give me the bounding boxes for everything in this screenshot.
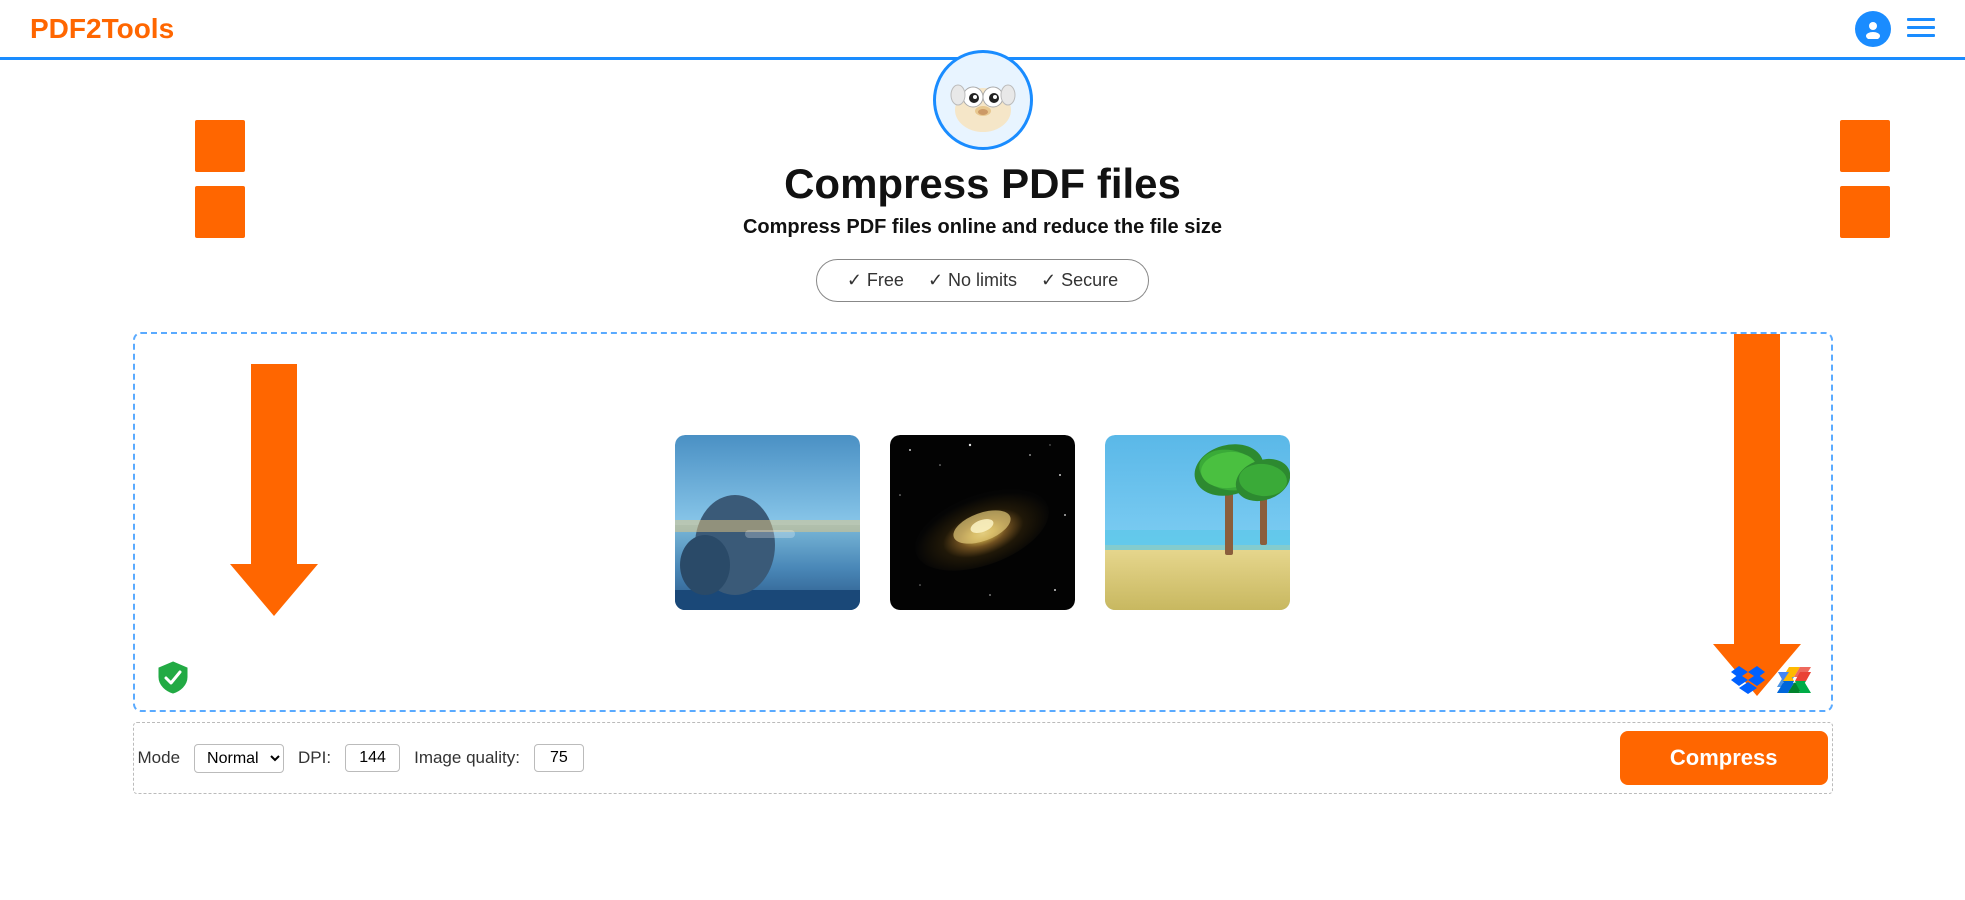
logo: PDF2Tools xyxy=(30,13,174,45)
feature-nolimits: ✓ No limits xyxy=(928,270,1017,291)
mascot-area xyxy=(0,60,1965,150)
main-content: Compress PDF files Compress PDF files on… xyxy=(0,150,1965,794)
orange-rect-3 xyxy=(1840,120,1890,172)
shield-icon xyxy=(155,659,191,695)
arrow-head-left xyxy=(230,564,318,616)
orange-rect-4 xyxy=(1840,186,1890,238)
logo-suffix: Tools xyxy=(102,13,175,44)
arrow-right xyxy=(1713,334,1801,696)
page-subtitle: Compress PDF files online and reduce the… xyxy=(743,216,1222,239)
logo-accent: 2 xyxy=(86,13,102,44)
menu-icon[interactable] xyxy=(1907,13,1935,45)
mascot xyxy=(933,50,1033,150)
page-title: Compress PDF files xyxy=(784,160,1181,208)
bottom-left-controls: Mode Normal Low High DPI: Image quality: xyxy=(138,744,584,773)
arrow-shaft-right xyxy=(1734,334,1780,644)
images-row xyxy=(675,435,1290,610)
dpi-label: DPI: xyxy=(298,748,331,768)
features-badge: ✓ Free ✓ No limits ✓ Secure xyxy=(816,259,1149,302)
preview-image-beach xyxy=(1105,435,1290,610)
mode-select[interactable]: Normal Low High xyxy=(194,744,284,773)
logo-text: PDF xyxy=(30,13,86,44)
quality-label: Image quality: xyxy=(414,748,520,768)
feature-free: ✓ Free xyxy=(847,270,904,291)
orange-rect-1 xyxy=(195,120,245,172)
cloud-icons xyxy=(1731,665,1811,695)
preview-image-sea xyxy=(675,435,860,610)
drop-zone[interactable] xyxy=(133,332,1833,712)
feature-secure: ✓ Secure xyxy=(1041,270,1118,291)
user-icon[interactable] xyxy=(1855,11,1891,47)
mode-label: Mode xyxy=(138,748,181,768)
compress-button[interactable]: Compress xyxy=(1620,731,1828,785)
header-right xyxy=(1855,11,1935,47)
left-top-arrows xyxy=(195,120,245,238)
arrow-left xyxy=(230,364,318,616)
dropbox-icon[interactable] xyxy=(1731,665,1765,695)
dpi-input[interactable] xyxy=(345,744,400,772)
arrow-shaft-left xyxy=(251,364,297,564)
right-top-arrows xyxy=(1840,120,1890,238)
preview-image-galaxy xyxy=(890,435,1075,610)
security-badge xyxy=(155,659,191,695)
gdrive-icon[interactable] xyxy=(1777,665,1811,695)
bottom-bar: Mode Normal Low High DPI: Image quality:… xyxy=(133,722,1833,794)
quality-input[interactable] xyxy=(534,744,584,772)
orange-rect-2 xyxy=(195,186,245,238)
